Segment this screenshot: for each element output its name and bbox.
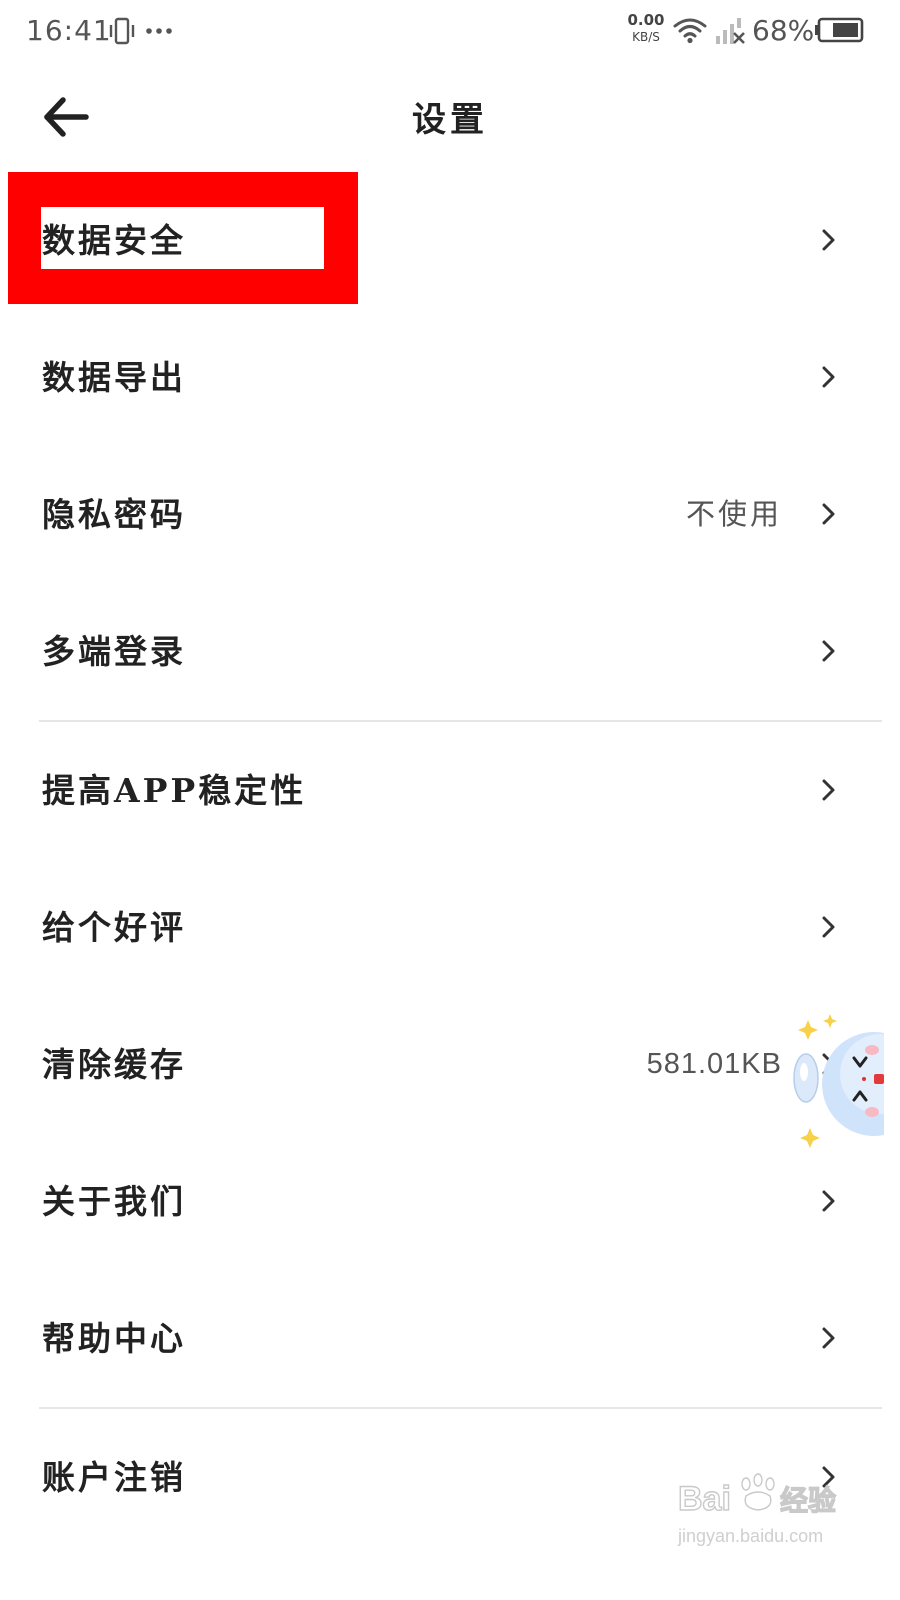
chevron-right-icon xyxy=(822,640,835,662)
app-header: 设置 xyxy=(0,64,900,168)
settings-item-clear-cache[interactable]: 清除缓存 581.01KB xyxy=(0,996,900,1133)
cache-size: 581.01KB xyxy=(646,1048,782,1080)
chevron-right-icon xyxy=(822,503,835,525)
chevron-right-icon xyxy=(822,366,835,388)
settings-list: 数据安全 数据导出 隐私密码 不使用 多端登录 提高APP稳定性 给个好评 清除… xyxy=(0,172,900,1546)
settings-item-label: 关于我们 xyxy=(42,1182,186,1221)
network-speed: 0.00 KB/S xyxy=(624,12,668,46)
battery-icon xyxy=(815,17,864,43)
settings-item-label: 帮助中心 xyxy=(42,1319,186,1358)
settings-item-data-export[interactable]: 数据导出 xyxy=(0,309,900,446)
network-speed-unit: KB/S xyxy=(632,30,660,44)
settings-item-data-security[interactable]: 数据安全 xyxy=(0,172,900,309)
chevron-right-icon xyxy=(822,779,835,801)
settings-item-label: 多端登录 xyxy=(42,632,186,671)
settings-item-about-us[interactable]: 关于我们 xyxy=(0,1133,900,1270)
chevron-right-icon xyxy=(822,1327,835,1349)
page-title: 设置 xyxy=(412,100,488,140)
status-time: 16:41 xyxy=(26,14,112,47)
network-speed-value: 0.00 xyxy=(627,11,665,29)
settings-item-multi-device-login[interactable]: 多端登录 xyxy=(0,583,900,720)
vibrate-icon xyxy=(109,17,135,45)
wifi-icon xyxy=(673,18,707,44)
chevron-right-icon xyxy=(822,916,835,938)
floating-mascot-button[interactable] xyxy=(792,1012,884,1152)
chevron-right-icon xyxy=(822,1466,835,1488)
settings-item-app-stability[interactable]: 提高APP稳定性 xyxy=(0,722,900,859)
signal-no-service-icon xyxy=(716,18,745,44)
settings-item-privacy-password[interactable]: 隐私密码 不使用 xyxy=(0,446,900,583)
settings-item-help-center[interactable]: 帮助中心 xyxy=(0,1270,900,1407)
settings-item-label: 提高APP稳定性 xyxy=(42,771,307,810)
settings-item-label: 账户注销 xyxy=(42,1458,186,1497)
settings-item-rate-app[interactable]: 给个好评 xyxy=(0,859,900,996)
settings-item-label: 数据导出 xyxy=(42,358,186,397)
settings-item-label: 给个好评 xyxy=(42,908,186,947)
settings-item-label: 清除缓存 xyxy=(42,1045,186,1084)
battery-percent: 68% xyxy=(752,14,815,47)
settings-item-account-deletion[interactable]: 账户注销 xyxy=(0,1409,900,1546)
settings-item-label: 数据安全 xyxy=(42,221,186,260)
chevron-right-icon xyxy=(822,1190,835,1212)
settings-item-label: 隐私密码 xyxy=(42,495,186,534)
status-bar: 16:41 0.00 KB/S 68% xyxy=(0,0,900,64)
more-dots-icon xyxy=(146,28,172,34)
privacy-password-status: 不使用 xyxy=(685,497,782,531)
mascot-bubble-icon xyxy=(793,1014,884,1148)
chevron-right-icon xyxy=(822,229,835,251)
